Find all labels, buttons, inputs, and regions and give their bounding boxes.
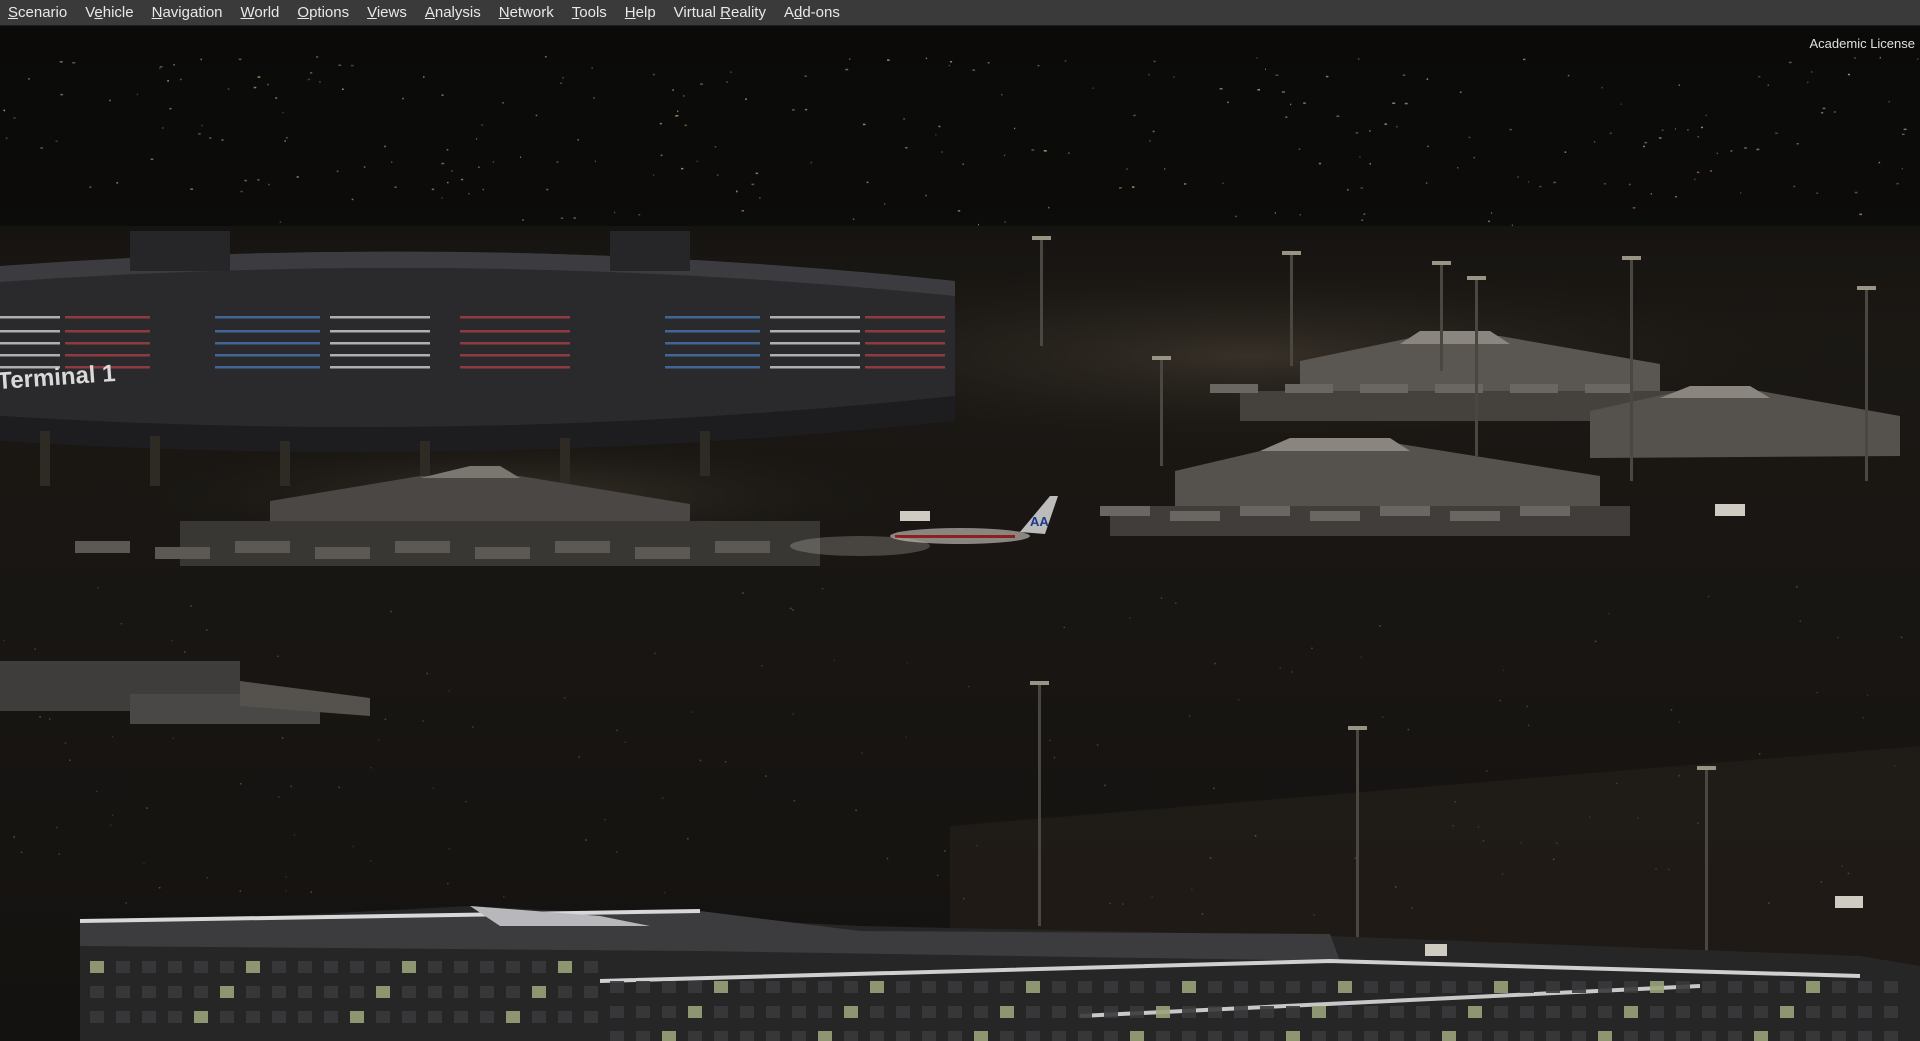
license-label: Academic License [1809, 36, 1916, 51]
menu-views[interactable]: Views [359, 0, 417, 25]
menu-virtual-reality[interactable]: Virtual Reality [666, 0, 776, 25]
menu-options[interactable]: Options [289, 0, 359, 25]
menu-network[interactable]: Network [491, 0, 564, 25]
menu-analysis[interactable]: Analysis [417, 0, 491, 25]
menu-navigation[interactable]: Navigation [144, 0, 233, 25]
menu-vehicle[interactable]: Vehicle [77, 0, 143, 25]
menu-scenario[interactable]: Scenario [0, 0, 77, 25]
menu-add-ons[interactable]: Add-ons [776, 0, 850, 25]
night-sky [0, 26, 1920, 226]
landing-light [790, 536, 930, 556]
menu-bar: Scenario Vehicle Navigation World Options Vie… [0, 0, 1920, 26]
menu-world[interactable]: World [233, 0, 290, 25]
simulator-viewport[interactable]: Terminal 1 AA [0, 26, 1920, 1041]
aircraft-tail-logo: AA [1030, 514, 1049, 529]
menu-help[interactable]: Help [617, 0, 666, 25]
menu-tools[interactable]: Tools [564, 0, 617, 25]
